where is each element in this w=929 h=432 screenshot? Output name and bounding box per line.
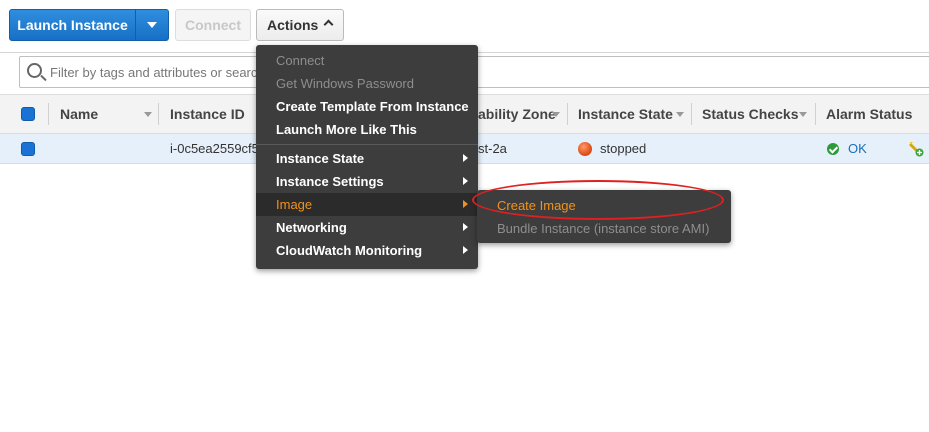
menu-item-create-template[interactable]: Create Template From Instance bbox=[256, 95, 478, 118]
cell-availability-zone: st-2a bbox=[478, 141, 507, 156]
sort-icon bbox=[144, 112, 152, 117]
launch-instance-label[interactable]: Launch Instance bbox=[10, 10, 136, 40]
stopped-status-icon bbox=[578, 142, 592, 156]
menu-item-label: Launch More Like This bbox=[276, 122, 417, 137]
cell-instance-id: i-0c5ea2559cf5 bbox=[170, 141, 259, 156]
menu-item-instance-settings[interactable]: Instance Settings bbox=[256, 170, 478, 193]
column-label: Instance ID bbox=[170, 106, 245, 122]
menu-item-label: Bundle Instance (instance store AMI) bbox=[497, 221, 710, 236]
column-header-name[interactable]: Name bbox=[60, 95, 98, 133]
chevron-right-icon bbox=[463, 200, 468, 208]
search-icon bbox=[27, 63, 42, 78]
menu-item-cloudwatch-monitoring[interactable]: CloudWatch Monitoring bbox=[256, 239, 478, 262]
actions-button[interactable]: Actions bbox=[256, 9, 344, 41]
chevron-right-icon bbox=[463, 246, 468, 254]
column-label: Name bbox=[60, 106, 99, 122]
menu-item-get-windows-password: Get Windows Password bbox=[256, 72, 478, 95]
menu-item-label: Create Template From Instance bbox=[276, 99, 469, 114]
annotation-highlight-ellipse bbox=[472, 180, 724, 220]
column-header-alarm-status[interactable]: Alarm Status bbox=[826, 95, 912, 133]
menu-item-image[interactable]: Image bbox=[256, 193, 478, 216]
connect-button[interactable]: Connect bbox=[175, 9, 251, 41]
chevron-up-icon bbox=[323, 19, 334, 30]
sort-icon-status[interactable] bbox=[799, 95, 809, 133]
check-icon bbox=[827, 143, 839, 155]
menu-item-launch-more-like-this[interactable]: Launch More Like This bbox=[256, 118, 478, 141]
menu-item-instance-state[interactable]: Instance State bbox=[256, 147, 478, 170]
column-label: ability Zone bbox=[478, 106, 556, 122]
cell-alarm-status[interactable]: OK bbox=[848, 134, 867, 164]
menu-item-label: CloudWatch Monitoring bbox=[276, 243, 423, 258]
column-label: Status Checks bbox=[702, 106, 799, 122]
column-header-instance-id[interactable]: Instance ID bbox=[170, 95, 245, 133]
sort-icon-zone[interactable] bbox=[552, 95, 562, 133]
chevron-right-icon bbox=[463, 223, 468, 231]
menu-item-bundle-instance: Bundle Instance (instance store AMI) bbox=[477, 217, 731, 240]
column-divider bbox=[48, 103, 49, 125]
column-divider bbox=[815, 103, 816, 125]
cell-instance-state: stopped bbox=[600, 141, 647, 156]
menu-item-label: Instance Settings bbox=[276, 174, 384, 189]
search-placeholder: Filter by tags and attributes or search bbox=[50, 65, 265, 80]
menu-item-connect: Connect bbox=[256, 49, 478, 72]
column-divider bbox=[691, 103, 692, 125]
chevron-right-icon bbox=[463, 154, 468, 162]
caret-down-icon bbox=[147, 22, 157, 28]
menu-item-label: Instance State bbox=[276, 151, 365, 166]
actions-menu: Connect Get Windows Password Create Temp… bbox=[256, 45, 478, 269]
menu-item-label: Get Windows Password bbox=[276, 76, 414, 91]
sort-icon bbox=[552, 112, 560, 117]
column-label: Alarm Status bbox=[826, 106, 913, 122]
actions-label: Actions bbox=[267, 17, 319, 33]
menu-item-label: Connect bbox=[276, 53, 325, 68]
column-header-status-checks[interactable]: Status Checks bbox=[702, 95, 798, 133]
column-divider bbox=[158, 103, 159, 125]
column-divider bbox=[567, 103, 568, 125]
launch-dropdown-toggle[interactable] bbox=[136, 10, 168, 40]
sort-icon-name[interactable] bbox=[144, 95, 154, 133]
menu-item-label: Image bbox=[276, 197, 313, 212]
menu-item-networking[interactable]: Networking bbox=[256, 216, 478, 239]
sort-icon-state[interactable] bbox=[676, 95, 686, 133]
menu-item-label: Networking bbox=[276, 220, 347, 235]
launch-instance-button[interactable]: Launch Instance bbox=[9, 9, 169, 41]
chevron-right-icon bbox=[463, 177, 468, 185]
menu-divider bbox=[256, 144, 478, 145]
select-all-checkbox[interactable] bbox=[21, 107, 35, 121]
column-header-instance-state[interactable]: Instance State bbox=[578, 95, 673, 133]
sort-icon bbox=[676, 112, 684, 117]
sort-icon bbox=[799, 112, 807, 117]
alarm-add-icon[interactable] bbox=[908, 141, 924, 157]
row-checkbox[interactable] bbox=[21, 142, 35, 156]
column-header-availability-zone[interactable]: ability Zone bbox=[478, 95, 556, 133]
column-label: Instance State bbox=[578, 106, 673, 122]
